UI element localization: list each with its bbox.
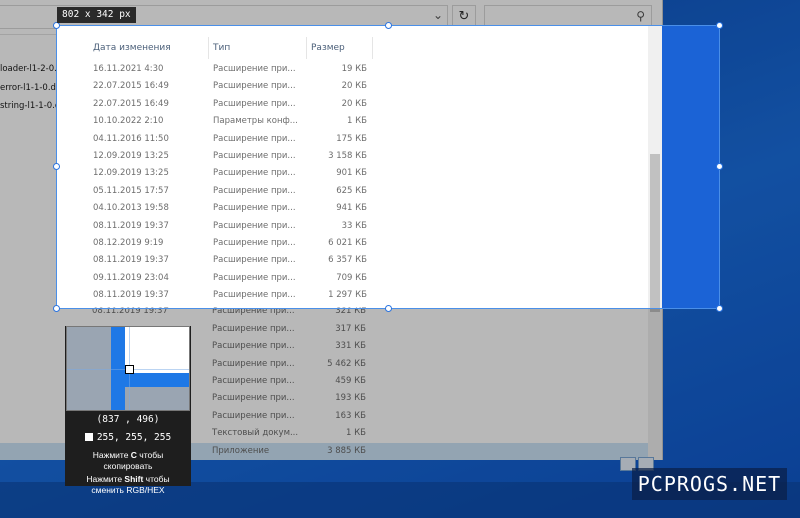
cell-size: 175 КБ <box>336 133 367 144</box>
cell-type: Расширение при... <box>213 133 296 144</box>
cell-size: 20 КБ <box>341 81 367 92</box>
resize-handle-right[interactable] <box>716 163 723 170</box>
cell-date: 08.11.2019 19:37 <box>93 290 169 301</box>
cell-type: Расширение при... <box>213 185 296 196</box>
vertical-scrollbar <box>648 26 662 308</box>
cell-size: 901 КБ <box>336 168 367 179</box>
cell-size: 19 КБ <box>341 64 367 74</box>
cell-type: Параметры конф... <box>213 116 298 127</box>
cell-size: 1 КБ <box>347 116 367 127</box>
cell-date: 04.11.2016 11:50 <box>93 133 169 144</box>
table-row[interactable]: 09.11.2019 23:04 Расширение при... 709 КБ <box>57 270 649 287</box>
resize-handle-top-left[interactable] <box>53 22 60 29</box>
hint-text: Нажмите <box>92 450 131 460</box>
magnified-pixels <box>111 373 189 387</box>
file-list: 16.11.2021 4:30 Расширение при... 19 КБ 22.… <box>57 61 649 308</box>
cell-date: 09.11.2019 23:04 <box>93 272 169 283</box>
resize-handle-bottom-left[interactable] <box>53 305 60 312</box>
cell-date: 08.11.2019 19:37 <box>93 255 169 266</box>
cell-size: 1 297 КБ <box>328 290 367 301</box>
resize-handle-left[interactable] <box>53 163 60 170</box>
table-row[interactable]: 16.11.2021 4:30 Расширение при... 19 КБ <box>57 61 649 78</box>
table-row[interactable]: 08.11.2019 19:37 Расширение при... 33 КБ <box>57 218 649 235</box>
hint-text: скопировать <box>103 461 153 471</box>
cell-size: 6 357 КБ <box>328 255 367 266</box>
cell-size: 941 КБ <box>336 203 367 214</box>
resize-handle-top-right[interactable] <box>716 22 723 29</box>
table-row[interactable]: 05.11.2015 17:57 Расширение при... 625 КБ <box>57 183 649 200</box>
hint-text: чтобы <box>136 450 164 460</box>
capture-selection[interactable]: Дата изменения Тип Размер 16.11.2021 4:3… <box>56 25 720 309</box>
scroll-thumb <box>650 154 660 308</box>
resize-handle-bottom[interactable] <box>385 305 392 312</box>
cell-size: 20 КБ <box>341 98 367 109</box>
hint-text: Нажмите <box>86 474 125 484</box>
table-row[interactable]: 04.10.2013 19:58 Расширение при... 941 КБ <box>57 200 649 217</box>
table-row[interactable]: 12.09.2019 13:25 Расширение при... 3 158 К… <box>57 148 649 165</box>
table-row[interactable]: 22.07.2015 16:49 Расширение при... 20 КБ <box>57 78 649 95</box>
cell-type: Расширение при... <box>213 255 296 266</box>
cell-size: 625 КБ <box>336 185 367 196</box>
cell-date: 05.11.2015 17:57 <box>93 185 169 196</box>
cell-type: Расширение при... <box>213 290 296 301</box>
table-row[interactable]: 08.11.2019 19:37 Расширение при... 1 297 К… <box>57 287 649 304</box>
table-row[interactable]: 10.10.2022 2:10 Параметры конф... 1 КБ <box>57 113 649 130</box>
cell-size: 3 158 КБ <box>328 150 367 161</box>
cursor-coordinates: (837 , 496) <box>96 414 160 425</box>
cell-type: Расширение при... <box>213 168 296 179</box>
cell-type: Расширение при... <box>213 203 296 214</box>
table-row[interactable]: 04.11.2016 11:50 Расширение при... 175 КБ <box>57 131 649 148</box>
cell-type: Расширение при... <box>213 272 296 283</box>
selection-size-label: 802 x 342 px <box>57 7 136 23</box>
resize-handle-bottom-right[interactable] <box>716 305 723 312</box>
cell-size: 33 КБ <box>341 220 367 231</box>
cell-type: Расширение при... <box>213 220 296 231</box>
cell-date: 08.12.2019 9:19 <box>93 237 164 248</box>
magnified-pixels <box>125 327 189 373</box>
resize-handle-top[interactable] <box>385 22 392 29</box>
cell-type: Расширение при... <box>213 237 296 248</box>
switch-format-hint: Нажмите Shift чтобы сменить RGB/HEX <box>65 474 191 496</box>
cell-type: Расширение при... <box>213 64 296 74</box>
cell-size: 321 КБ <box>307 304 367 308</box>
copy-hint: Нажмите C чтобы скопировать <box>65 450 191 472</box>
hint-text: чтобы <box>143 474 170 484</box>
cell-size: 6 021 КБ <box>328 237 367 248</box>
magnifier-view <box>66 326 190 411</box>
column-header-type: Тип <box>209 37 307 59</box>
cell-date: 16.11.2021 4:30 <box>93 64 164 74</box>
cell-date: 04.10.2013 19:58 <box>93 203 169 214</box>
pixel-color-value: 255, 255, 255 <box>96 432 172 443</box>
cell-type: Расширение при... <box>213 81 296 92</box>
cell-type: Расширение при... <box>213 150 296 161</box>
table-row[interactable]: 12.09.2019 13:25 Расширение при... 901 КБ <box>57 165 649 182</box>
cell-date: 08.11.2019 19:37 <box>93 220 169 231</box>
cell-date: 08.11.2019 19:37 <box>93 304 203 308</box>
cell-size: 709 КБ <box>336 272 367 283</box>
column-header-date: Дата изменения <box>89 37 209 59</box>
table-row[interactable]: 08.11.2019 19:37 Расширение при... 6 357 К… <box>57 252 649 269</box>
magnifier-tooltip: (837 , 496) 255, 255, 255 Нажмите C чтоб… <box>65 326 191 495</box>
cell-date: 12.09.2019 13:25 <box>93 150 169 161</box>
site-watermark: PCPROGS.NET <box>632 468 787 500</box>
desktop-background <box>662 26 719 308</box>
hint-key: Shift <box>124 474 144 484</box>
table-row[interactable]: 08.11.2019 19:37 Расширение при... 321 КБ <box>57 304 649 308</box>
cursor-pixel-marker <box>125 365 134 374</box>
cell-date: 10.10.2022 2:10 <box>93 116 164 127</box>
cell-date: 22.07.2015 16:49 <box>93 98 169 109</box>
table-row[interactable]: 08.12.2019 9:19 Расширение при... 6 021 КБ <box>57 235 649 252</box>
cell-type: Расширение при... <box>213 304 303 308</box>
hint-text: сменить RGB/HEX <box>91 485 165 495</box>
column-header-size: Размер <box>307 37 373 59</box>
cell-date: 12.09.2019 13:25 <box>93 168 169 179</box>
cell-type: Расширение при... <box>213 98 296 109</box>
cell-date: 22.07.2015 16:49 <box>93 81 169 92</box>
table-row[interactable]: 22.07.2015 16:49 Расширение при... 20 КБ <box>57 96 649 113</box>
color-swatch <box>84 433 93 441</box>
pixel-color-row: 255, 255, 255 <box>65 432 191 443</box>
